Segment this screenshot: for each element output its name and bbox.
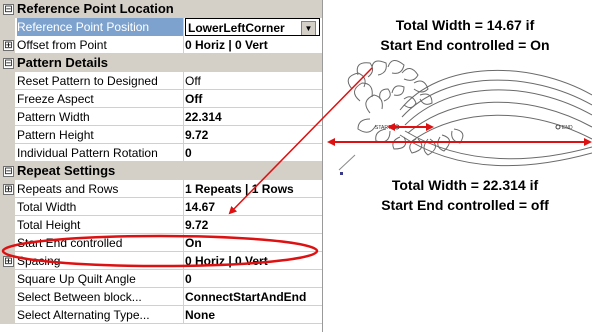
- annotation-bottom: Total Width = 22.314 if Start End contro…: [340, 175, 590, 215]
- annotation-line: Total Width = 14.67 if: [395, 17, 535, 33]
- highlight-ellipse: [1, 234, 319, 268]
- pattern-origin-tick: [338, 154, 356, 171]
- annotation-line: Total Width = 22.314 if: [391, 177, 539, 193]
- annotation-line: Start End controlled = off: [381, 197, 549, 213]
- annotation-line: Start End controlled = On: [380, 37, 550, 53]
- annotation-top: Total Width = 14.67 if Start End control…: [340, 15, 590, 55]
